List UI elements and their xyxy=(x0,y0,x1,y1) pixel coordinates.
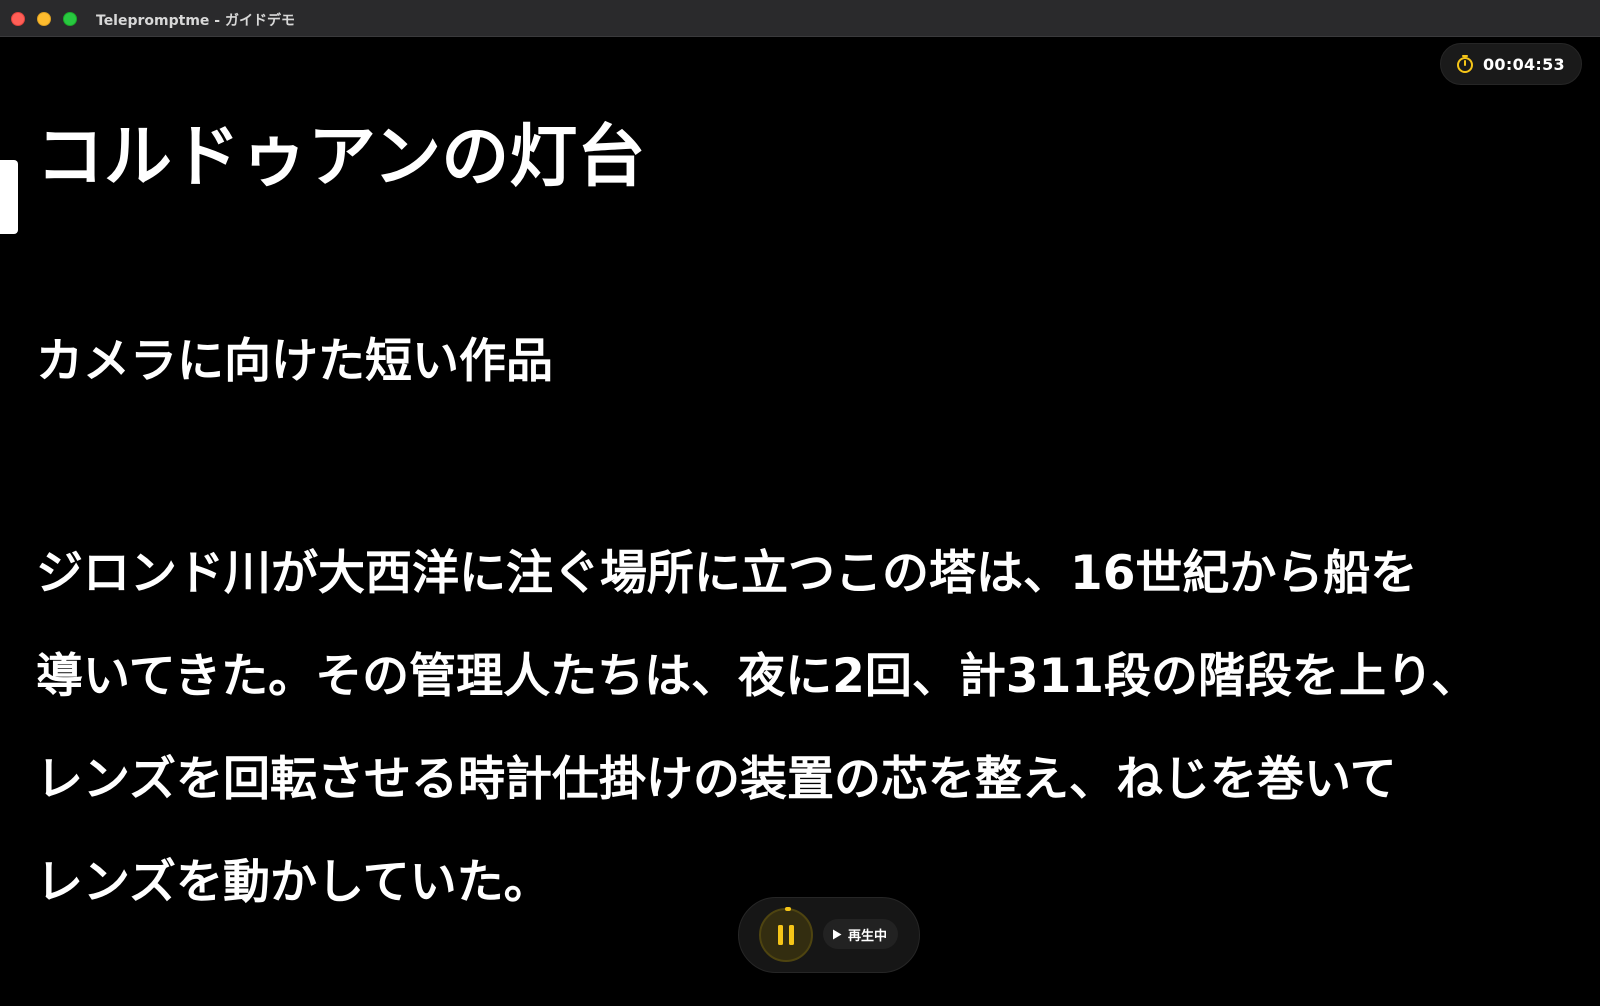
play-icon xyxy=(833,929,842,939)
script-content: コルドゥアンの灯台 カメラに向けた短い作品 ジロンド川が大西洋に注ぐ場所に立つこ… xyxy=(36,112,1556,934)
script-title: コルドゥアンの灯台 xyxy=(36,118,646,197)
elapsed-timer: 00:04:53 xyxy=(1440,43,1582,85)
script-line: 導いてきた。その管理人たちは、夜に2回、計311段の階段を上り、 xyxy=(36,649,1479,704)
playback-controls: 再生中 xyxy=(738,897,920,973)
playback-status-label: 再生中 xyxy=(848,928,888,944)
minimize-window-button[interactable] xyxy=(37,12,51,26)
app-window: Telepromptme - ガイドデモ 00:04:53 コルドゥアンの灯台 … xyxy=(0,0,1600,1006)
script-line: レンズを回転させる時計仕掛けの装置の芯を整え、ねじを巻いて xyxy=(36,752,1397,807)
pause-button[interactable] xyxy=(759,907,813,962)
script-body: ジロンド川が大西洋に注ぐ場所に立つこの塔は、16世紀から船を 導いてきた。その管… xyxy=(36,522,1556,934)
title-bar[interactable]: Telepromptme - ガイドデモ xyxy=(0,0,1600,37)
zoom-window-button[interactable] xyxy=(63,12,77,26)
pause-icon xyxy=(778,925,794,945)
window-title: Telepromptme - ガイドデモ xyxy=(96,13,295,29)
playback-status: 再生中 xyxy=(823,919,899,949)
script-line: ジロンド川が大西洋に注ぐ場所に立つこの塔は、16世紀から船を xyxy=(36,546,1418,601)
progress-indicator xyxy=(785,907,791,911)
timer-icon xyxy=(1457,55,1473,73)
close-window-button[interactable] xyxy=(11,12,25,26)
elapsed-time: 00:04:53 xyxy=(1483,54,1565,74)
script-subtitle: カメラに向けた短い作品 xyxy=(36,334,553,389)
reading-position-marker xyxy=(0,160,18,234)
